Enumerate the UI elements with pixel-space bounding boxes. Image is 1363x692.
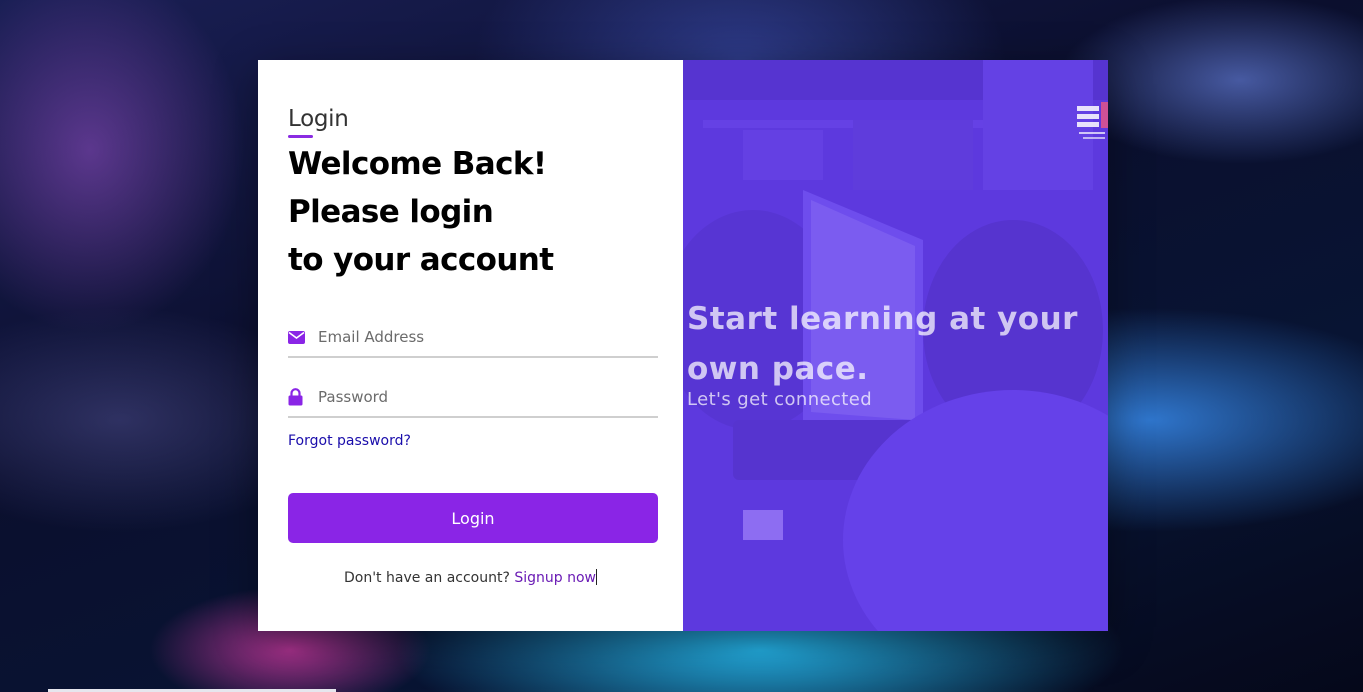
login-tab-label: Login [288,106,349,132]
heading-line-2: Please login [288,194,494,230]
hero-title: Start learning at your own pace. [687,301,1078,387]
email-input[interactable] [318,320,658,354]
hero-subtitle: Let's get connected [687,389,873,410]
login-card: Login Welcome Back! Please login to your… [258,60,1108,631]
text-cursor [596,569,597,585]
envelope-icon [288,328,306,346]
signup-link[interactable]: Signup now [514,570,596,586]
login-form-panel: Login Welcome Back! Please login to your… [258,60,683,631]
password-input[interactable] [318,380,658,414]
hero-image-panel: Start learning at your own pace. Let's g… [683,60,1108,631]
login-button[interactable]: Login [288,493,658,543]
signup-prompt: Don't have an account? [343,570,510,586]
lock-icon [288,388,306,406]
password-field [288,378,658,418]
heading-line-1: Welcome Back! [288,146,547,182]
welcome-heading: Welcome Back! Please login to your accou… [288,140,554,284]
tab-underline [288,135,313,138]
heading-line-3: to your account [288,242,554,278]
email-field [288,318,658,358]
forgot-password-link[interactable]: Forgot password? [288,433,411,449]
signup-row: Don't have an account? Signup now [258,569,683,586]
brand-logo [1077,102,1108,139]
